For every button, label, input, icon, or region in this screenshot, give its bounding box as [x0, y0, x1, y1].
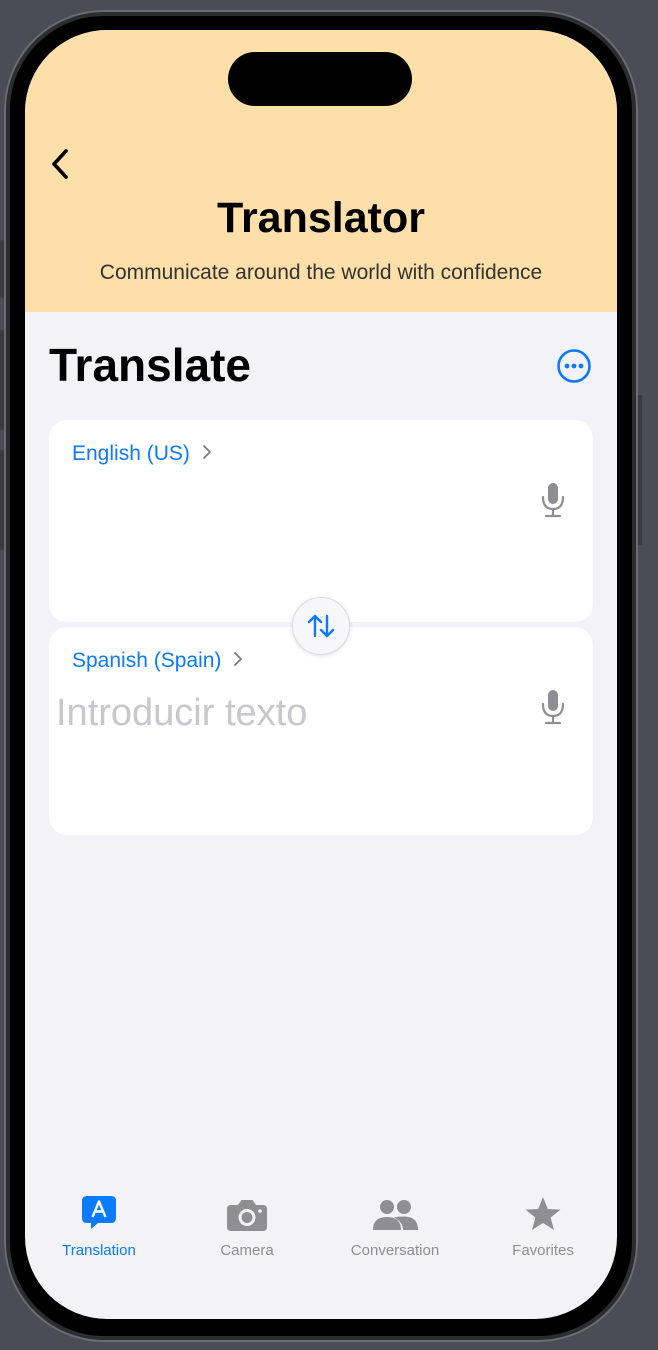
target-language-selector[interactable]: Spanish (Spain) [72, 649, 243, 673]
header-title: Translator [217, 194, 425, 242]
chevron-left-icon [52, 149, 68, 179]
translation-text-input[interactable] [56, 689, 516, 737]
tab-camera[interactable]: Camera [173, 1190, 321, 1270]
back-button[interactable] [45, 146, 75, 182]
more-options-button[interactable] [556, 348, 592, 384]
microphone-icon [541, 690, 565, 725]
target-card: Spanish (Spain) [49, 627, 593, 835]
star-icon [525, 1197, 561, 1230]
translate-bubble-icon [82, 1196, 116, 1229]
target-mic-button[interactable] [540, 689, 566, 725]
swap-arrows-icon [307, 614, 335, 638]
camera-icon [227, 1200, 267, 1231]
chevron-right-icon [233, 649, 243, 673]
tab-label: Camera [220, 1242, 274, 1259]
source-mic-button[interactable] [540, 482, 566, 518]
tab-translation[interactable]: Translation [25, 1190, 173, 1270]
people-icon [373, 1200, 418, 1230]
swap-languages-button[interactable] [292, 597, 350, 655]
volume-down-button [0, 450, 4, 550]
tab-label: Conversation [350, 1242, 440, 1259]
tab-conversation[interactable]: Conversation [321, 1190, 469, 1270]
screen: Translator Communicate around the world … [25, 30, 617, 1319]
source-language-label: English (US) [72, 442, 190, 465]
microphone-icon [541, 483, 565, 518]
tab-bar: Translation Camera Conversation Favorite… [25, 1190, 617, 1270]
source-language-selector[interactable]: English (US) [72, 442, 212, 466]
action-button [0, 240, 4, 298]
volume-up-button [0, 330, 4, 430]
source-card: English (US) [49, 420, 593, 622]
page-title: Translate [49, 339, 251, 391]
power-button [638, 395, 642, 545]
ellipsis-circle-icon [557, 349, 591, 383]
dynamic-island [228, 52, 412, 106]
chevron-right-icon [202, 442, 212, 466]
tab-favorites[interactable]: Favorites [469, 1190, 617, 1270]
tab-label: Translation [62, 1242, 136, 1259]
tab-label: Favorites [512, 1242, 574, 1259]
header-subtitle: Communicate around the world with confid… [99, 261, 543, 284]
target-language-label: Spanish (Spain) [72, 649, 222, 672]
